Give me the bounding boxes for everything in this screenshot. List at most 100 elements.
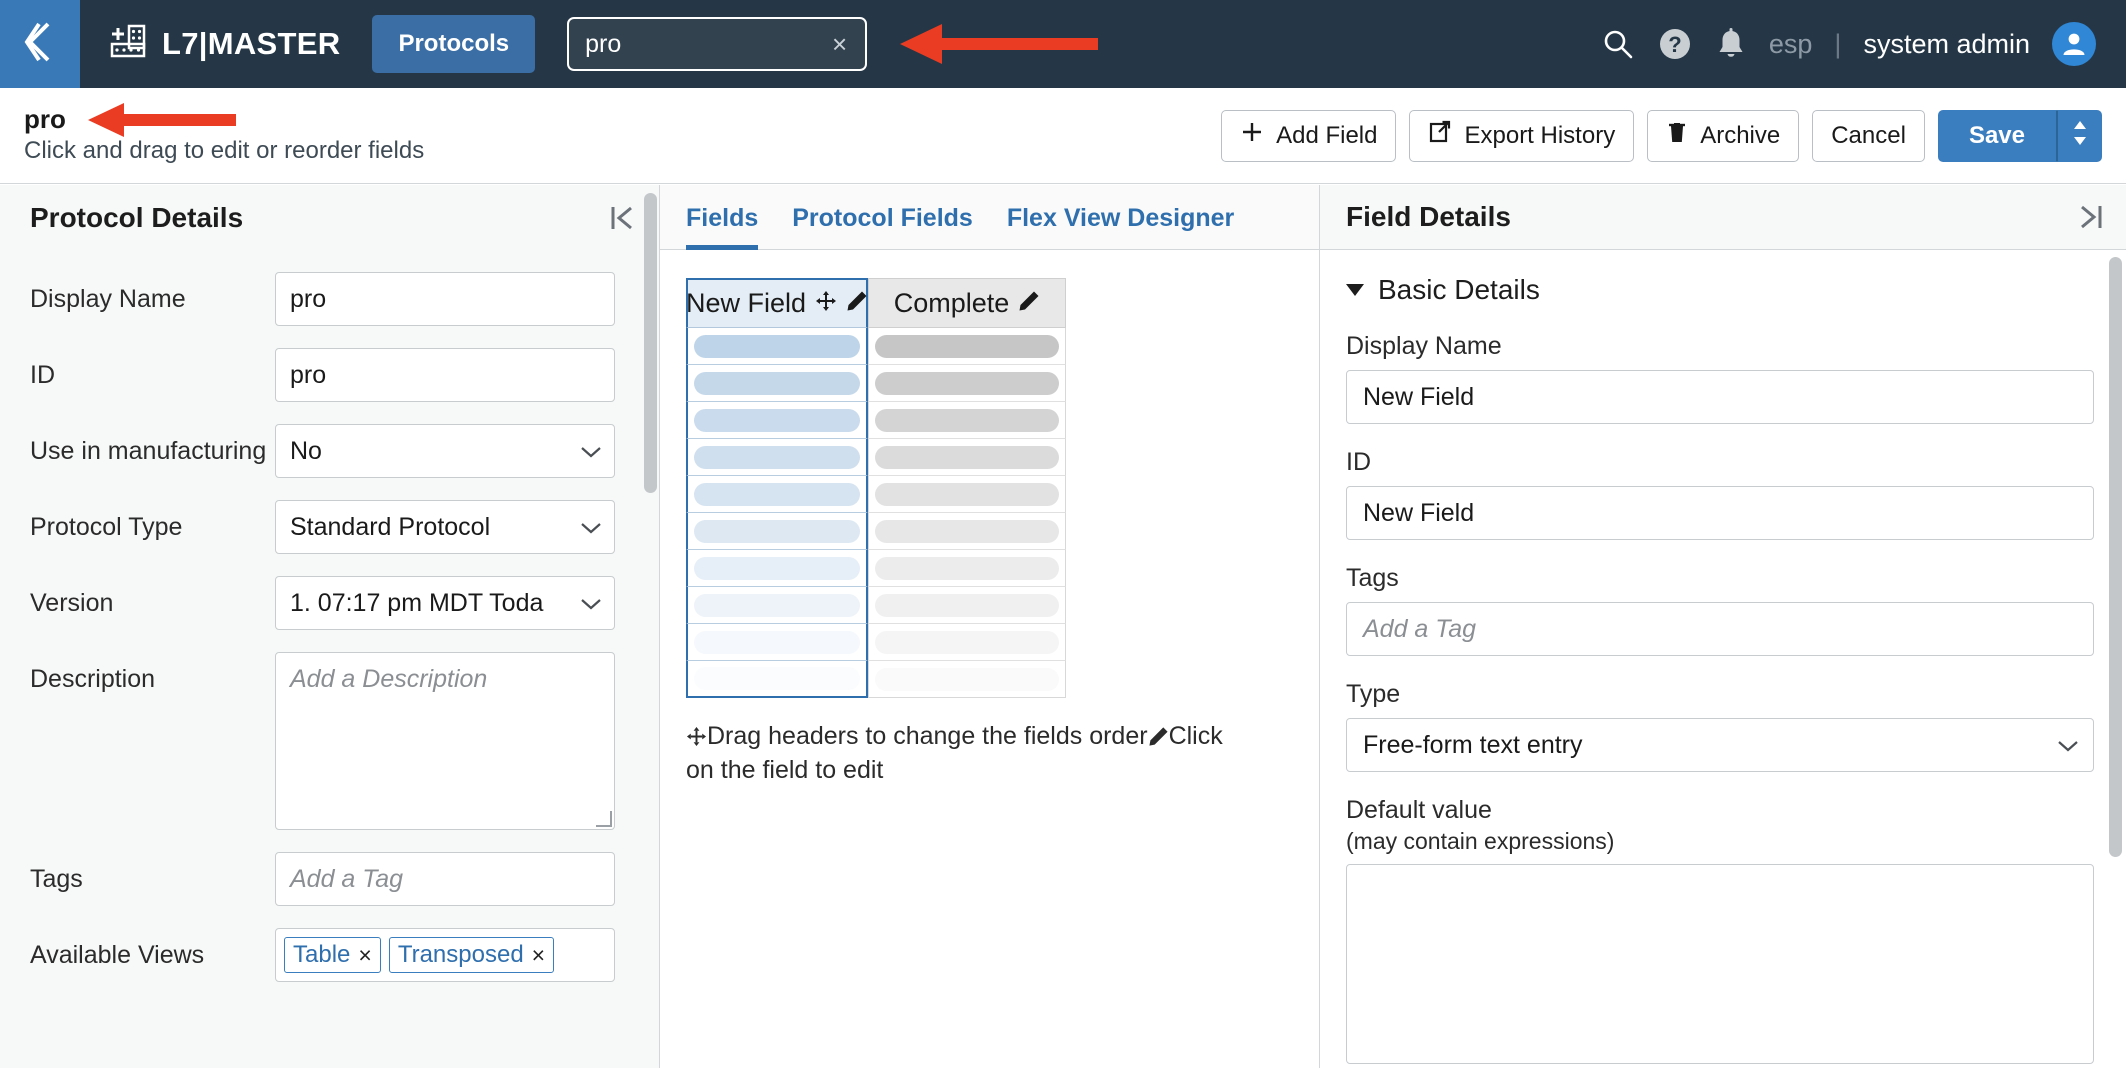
move-arrows-icon[interactable] (815, 288, 837, 319)
grid-header-complete[interactable]: Complete (868, 278, 1066, 328)
cancel-button[interactable]: Cancel (1812, 109, 1925, 162)
tab-protocol-fields[interactable]: Protocol Fields (792, 204, 973, 250)
basic-details-section-toggle[interactable]: Basic Details (1346, 274, 2094, 306)
form-row-description: Description Add a Description (30, 652, 629, 830)
available-views-chipbox[interactable]: Table × Transposed × (275, 928, 615, 982)
grid-cell[interactable] (686, 439, 868, 476)
protocol-type-control: Standard Protocol (275, 500, 615, 554)
view-chip-table[interactable]: Table × (284, 937, 381, 973)
field-display-name-input[interactable]: New Field (1346, 370, 2094, 424)
cancel-label: Cancel (1831, 121, 1906, 149)
id-control: pro (275, 348, 615, 402)
grid-cell[interactable] (868, 513, 1066, 550)
tags-input[interactable]: Add a Tag (275, 852, 615, 906)
grid-cell[interactable] (686, 513, 868, 550)
nav-protocols-button[interactable]: Protocols (372, 15, 536, 73)
tab-flex-view-designer[interactable]: Flex View Designer (1007, 204, 1234, 250)
grid-cell[interactable] (868, 365, 1066, 402)
field-default-value-textarea[interactable] (1346, 864, 2094, 1064)
fields-panel-tabs: Fields Protocol Fields Flex View Designe… (660, 185, 1319, 250)
pencil-icon[interactable] (1018, 288, 1040, 319)
plus-icon (1240, 120, 1264, 151)
grid-cell[interactable] (686, 550, 868, 587)
field-id-input[interactable]: New Field (1346, 486, 2094, 540)
view-chip-transposed-label: Transposed (397, 941, 524, 968)
archive-button[interactable]: Archive (1647, 109, 1800, 162)
right-panel-scrollbar[interactable] (2109, 257, 2122, 857)
grid-cell[interactable] (868, 661, 1066, 698)
left-panel-scrollbar[interactable] (644, 193, 657, 493)
chevron-down-icon (580, 589, 602, 618)
protocol-type-select[interactable]: Standard Protocol (275, 500, 615, 554)
save-button[interactable]: Save (1937, 109, 2056, 162)
grid-cell[interactable] (868, 439, 1066, 476)
version-select[interactable]: 1. 07:17 pm MDT Toda (275, 576, 615, 630)
placeholder-pill (875, 408, 1059, 432)
grid-cell[interactable] (686, 587, 868, 624)
pencil-icon (1148, 726, 1169, 747)
triangle-down-icon (1346, 284, 1364, 296)
collapse-left-icon[interactable] (609, 203, 637, 233)
page-title-block: pro Click and drag to edit or reorder fi… (0, 104, 424, 166)
grid-cell[interactable] (686, 365, 868, 402)
collapse-right-icon[interactable] (2076, 202, 2104, 232)
field-details-title: Field Details (1346, 201, 1511, 232)
protocol-details-form: Display Name pro ID pro Use in manufactu… (0, 250, 659, 982)
grid-cell[interactable] (686, 328, 868, 365)
logo-text: L7|MASTER (162, 26, 341, 61)
export-history-button[interactable]: Export History (1409, 109, 1635, 162)
id-input[interactable]: pro (275, 348, 615, 402)
pencil-icon[interactable] (846, 288, 868, 319)
action-buttons: Add Field Export History Archive Cancel … (1221, 109, 2126, 162)
grid-cell[interactable] (868, 550, 1066, 587)
app-logo[interactable]: L7|MASTER (80, 22, 362, 67)
clear-search-icon[interactable]: × (828, 31, 851, 57)
avatar[interactable] (2052, 22, 2096, 66)
search-input[interactable]: pro × (567, 17, 868, 71)
add-field-button[interactable]: Add Field (1221, 109, 1397, 162)
export-history-label: Export History (1464, 121, 1616, 149)
grid-cell[interactable] (868, 624, 1066, 661)
grid-cell[interactable] (686, 661, 868, 698)
placeholder-pill (875, 519, 1059, 543)
topbar-separator: | (1834, 28, 1842, 59)
use-in-manufacturing-select[interactable]: No (275, 424, 615, 478)
grid-cell[interactable] (686, 624, 868, 661)
display-name-control: pro (275, 272, 615, 326)
tab-fields[interactable]: Fields (686, 204, 759, 250)
use-in-manufacturing-value: No (290, 436, 322, 465)
grid-cell[interactable] (686, 476, 868, 513)
basic-details-label: Basic Details (1378, 274, 1540, 305)
archive-label: Archive (1700, 121, 1781, 149)
field-type-select[interactable]: Free-form text entry (1346, 718, 2094, 772)
grid-cell[interactable] (868, 328, 1066, 365)
form-row-tags: Tags Add a Tag (30, 852, 629, 906)
up-down-caret-icon (2071, 118, 2089, 153)
grid-header-new-field[interactable]: New Field (686, 278, 868, 328)
remove-chip-icon[interactable]: × (358, 942, 371, 969)
notifications-bell-icon[interactable] (1715, 27, 1747, 61)
description-textarea[interactable]: Add a Description (275, 652, 615, 830)
chevron-down-icon (580, 513, 602, 542)
tags-control: Add a Tag (275, 852, 615, 906)
form-row-version: Version 1. 07:17 pm MDT Toda (30, 576, 629, 630)
display-name-label: Display Name (30, 285, 186, 313)
remove-chip-icon[interactable]: × (532, 942, 545, 969)
placeholder-pill (875, 556, 1059, 580)
view-chip-transposed[interactable]: Transposed × (388, 937, 555, 973)
description-control: Add a Description (275, 652, 615, 830)
grid-cell[interactable] (868, 476, 1066, 513)
grid-cell[interactable] (868, 402, 1066, 439)
placeholder-pill (694, 408, 860, 432)
search-icon[interactable] (1601, 27, 1635, 61)
help-icon[interactable]: ? (1657, 26, 1693, 62)
double-chevron-left-icon (18, 18, 62, 71)
grid-cell[interactable] (686, 402, 868, 439)
grid-cell[interactable] (868, 587, 1066, 624)
save-options-button[interactable] (2056, 109, 2102, 162)
form-row-protocol-type: Protocol Type Standard Protocol (30, 500, 629, 554)
field-tags-input[interactable]: Add a Tag (1346, 602, 2094, 656)
placeholder-pill (875, 593, 1059, 617)
back-button[interactable] (0, 0, 80, 88)
display-name-input[interactable]: pro (275, 272, 615, 326)
